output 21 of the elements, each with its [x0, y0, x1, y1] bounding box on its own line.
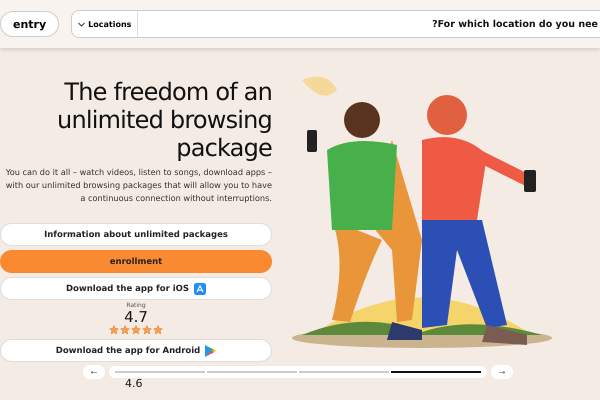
star-icon — [109, 325, 119, 335]
star-icon — [142, 325, 152, 335]
search-field[interactable]: Locations ?For which location do you nee — [71, 10, 600, 38]
star-icon — [131, 325, 141, 335]
android-rating-value: 4.6 — [125, 378, 144, 390]
android-download-button[interactable]: Download the app for Android — [0, 339, 272, 362]
star-icon — [120, 325, 130, 335]
app-store-icon — [194, 282, 206, 294]
hero-title: The freedom of an unlimited browsing package — [56, 78, 272, 162]
login-button[interactable]: entry — [0, 11, 60, 37]
ios-download-button[interactable]: Download the app for iOS — [0, 277, 272, 300]
star-icon — [153, 325, 163, 335]
play-store-icon — [205, 344, 216, 356]
rating-value: 4.7 — [124, 309, 148, 325]
previous-button[interactable]: ← — [83, 365, 105, 379]
locations-dropdown[interactable]: Locations — [72, 11, 138, 37]
hero-description: You can do it all – watch videos, listen to songs, download apps – with our unlimited browsing packages that will allow you to have a continuous connection without interruptions. — [4, 166, 272, 205]
next-button[interactable]: → — [491, 365, 513, 379]
info-button[interactable]: Information about unlimited packages — [0, 223, 272, 246]
enrollment-button[interactable]: enrollment — [0, 250, 272, 273]
chevron-down-icon — [78, 22, 86, 26]
